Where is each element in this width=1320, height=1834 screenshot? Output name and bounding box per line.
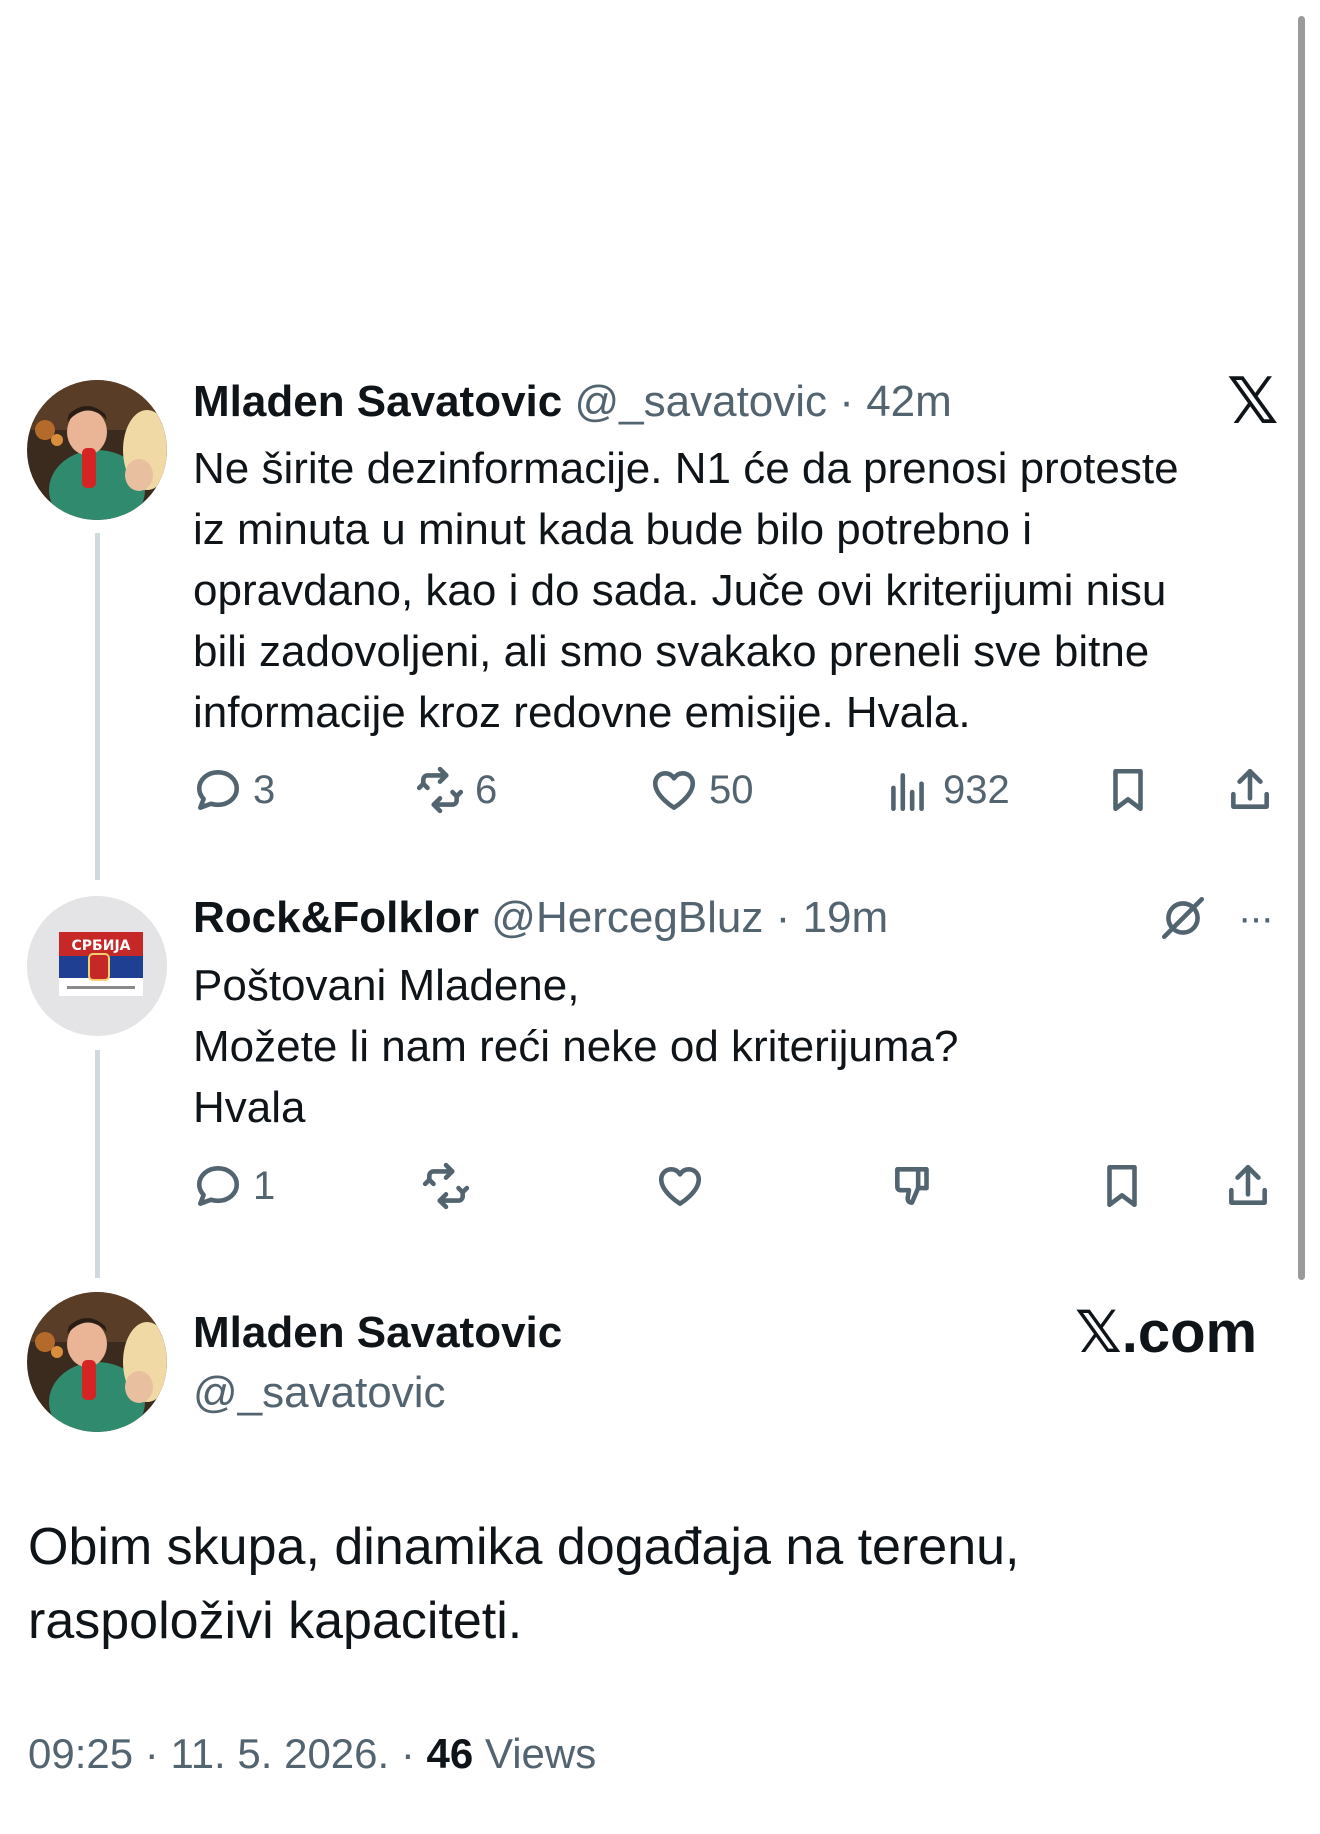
avatar[interactable]: [27, 1292, 167, 1432]
tweet-line: informacije kroz redovne emisije. Hvala.: [193, 688, 971, 737]
reply-button[interactable]: 1: [193, 1156, 275, 1216]
like-button[interactable]: [655, 1156, 705, 1216]
separator: ·: [144, 1730, 159, 1777]
x-com-brand: 𝕏.com: [1075, 1300, 1258, 1365]
bookmark-icon: [1113, 768, 1143, 812]
separator: ·: [839, 377, 854, 426]
like-icon: [652, 771, 696, 810]
flag-text: СРБИЈА: [72, 938, 131, 954]
more-options-button[interactable]: ···: [1238, 892, 1274, 944]
separator: ·: [400, 1730, 415, 1777]
tweet-header: Mladen Savatovic @_savatovic · 42m: [193, 376, 952, 428]
share-icon: [1229, 1164, 1267, 1205]
bookmark-icon: [1107, 1164, 1137, 1208]
share-button[interactable]: [1225, 760, 1275, 820]
author-name[interactable]: Mladen Savatovic: [193, 1307, 562, 1359]
action-bar: 1: [193, 1156, 1288, 1216]
author-name[interactable]: Rock&Folklor: [193, 893, 479, 942]
dislike-icon: [895, 1167, 929, 1205]
bookmark-button[interactable]: [1103, 760, 1153, 820]
reply-icon: [196, 1166, 240, 1206]
x-logo-icon: 𝕏: [1227, 365, 1279, 437]
tweet-line: Hvala: [193, 1083, 306, 1132]
reply-count: 3: [253, 767, 276, 812]
tweet-line: raspoloživi kapaciteti.: [28, 1592, 523, 1650]
tweet-line: Ne širite dezinformacije. N1 će da preno…: [193, 444, 1179, 493]
tweet-line: opravdano, kao i do sada. Juče ovi krite…: [193, 566, 1167, 615]
dislike-button[interactable]: [889, 1156, 939, 1216]
tweet-line: Obim skupa, dinamika događaja na terenu,: [28, 1518, 1020, 1576]
tweet-line: iz minuta u minut kada bude bilo potrebn…: [193, 505, 1032, 554]
views-icon: [891, 773, 924, 812]
tweet-line: Poštovani Mladene,: [193, 961, 580, 1010]
share-button[interactable]: [1223, 1156, 1273, 1216]
tweet-line: bili zadovoljeni, ali smo svakako prenel…: [193, 627, 1150, 676]
views-count: 46: [426, 1730, 474, 1777]
author-handle[interactable]: @HercegBluz: [491, 893, 763, 942]
like-icon: [658, 1167, 702, 1206]
author-handle[interactable]: @_savatovic: [193, 1367, 446, 1419]
post-date[interactable]: 11. 5. 2026.: [170, 1730, 389, 1777]
thread-line: [95, 533, 100, 880]
repost-icon: [416, 766, 464, 814]
repost-icon: [422, 1162, 470, 1210]
repost-button[interactable]: 6: [415, 760, 497, 820]
views-count: 932: [943, 767, 1010, 812]
author-name[interactable]: Mladen Savatovic: [193, 377, 562, 426]
tweet-text: Obim skupa, dinamika događaja na terenu,…: [28, 1510, 1288, 1658]
reply-button[interactable]: 3: [193, 760, 275, 820]
tweet-text: Poštovani Mladene, Možete li nam reći ne…: [193, 955, 1283, 1138]
repost-button[interactable]: [421, 1156, 471, 1216]
like-button[interactable]: 50: [649, 760, 754, 820]
reply-count: 1: [253, 1163, 276, 1208]
views-label: Views: [484, 1730, 597, 1777]
share-icon: [1231, 768, 1269, 809]
grok-icon: [1161, 896, 1205, 940]
action-bar: 3 6 50 932: [193, 760, 1288, 820]
thread-line: [95, 1050, 100, 1278]
avatar[interactable]: СРБИЈА: [27, 896, 167, 1036]
tweet-text: Ne širite dezinformacije. N1 će da preno…: [193, 438, 1283, 743]
reply-icon: [196, 770, 240, 810]
tweet-line: Možete li nam reći neke od kriterijuma?: [193, 1022, 959, 1071]
timestamp[interactable]: 42m: [866, 377, 952, 426]
scrollbar[interactable]: [1298, 16, 1305, 1280]
like-count: 50: [709, 767, 754, 812]
bookmark-button[interactable]: [1097, 1156, 1147, 1216]
tweet-header: Rock&Folklor @HercegBluz · 19m: [193, 892, 888, 944]
repost-count: 6: [475, 767, 498, 812]
grok-button[interactable]: [1158, 888, 1208, 948]
separator: ·: [775, 893, 791, 942]
views-button[interactable]: 932: [883, 760, 1010, 820]
post-time[interactable]: 09:25: [28, 1730, 133, 1777]
tweet-meta: 09:25 · 11. 5. 2026. · 46 Views: [28, 1730, 596, 1778]
avatar[interactable]: [27, 380, 167, 520]
timestamp[interactable]: 19m: [803, 893, 889, 942]
author-handle[interactable]: @_savatovic: [575, 377, 828, 426]
